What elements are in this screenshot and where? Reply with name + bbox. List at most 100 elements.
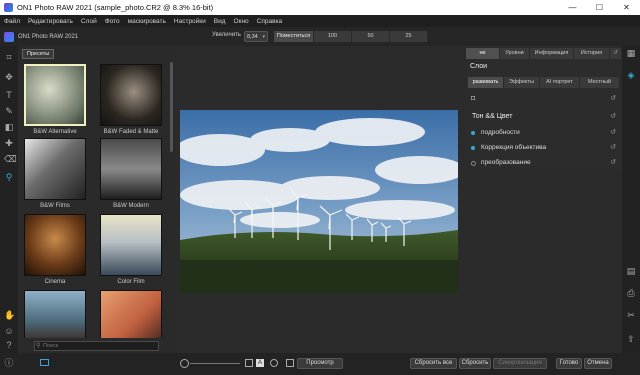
share-icon[interactable]: ✂	[626, 310, 636, 320]
menu-help[interactable]: Справка	[257, 18, 283, 25]
preset-search-input[interactable]	[34, 341, 159, 351]
presets-tab[interactable]: Пресеты	[22, 49, 55, 59]
adjustment-row-transform[interactable]: преобразование ↺	[466, 156, 622, 170]
preview-button[interactable]: Просмотр	[297, 358, 343, 369]
reset-icon[interactable]: ↺	[610, 126, 616, 140]
preset-thumb-color-film[interactable]	[100, 214, 162, 276]
zoom-tool-icon[interactable]: ⚲	[4, 172, 14, 182]
search-icon: ⚲	[36, 343, 41, 349]
text-overlay-icon[interactable]: A	[256, 359, 264, 367]
preset-thumb-bw-films[interactable]	[24, 138, 86, 200]
tab-develop[interactable]: развивать	[468, 77, 504, 88]
tab-history[interactable]: История	[574, 48, 610, 59]
tab-effects[interactable]: Эффекты	[504, 77, 540, 88]
sync-button[interactable]: Синхронизация	[493, 358, 547, 369]
preset-label: Color Film	[117, 279, 145, 285]
zoom-slider[interactable]	[190, 363, 240, 364]
tab-ai-portrait[interactable]: AI портрет	[540, 77, 580, 88]
window-title: ON1 Photo RAW 2021 (sample_photo.CR2 @ 8…	[17, 3, 214, 12]
presets-scrollbar[interactable]	[170, 62, 173, 152]
app-window: ON1 Photo RAW 2021 (sample_photo.CR2 @ 8…	[0, 0, 640, 375]
preset-search-bar: ⚲	[18, 338, 176, 353]
panel-tabs: не Уровни Информация История ↺	[466, 48, 622, 59]
reset-icon[interactable]: ↺	[610, 92, 616, 106]
preset-label: B&W Modern	[113, 203, 149, 209]
zoom-25-button[interactable]: 25	[390, 31, 428, 42]
adjustment-row-details[interactable]: подробности ↺	[466, 126, 622, 140]
menu-layer[interactable]: Слой	[81, 18, 97, 25]
tool-bar: ⌗ ✥ T ✎ ◧ ✚ ⌫ ⚲ ✋ ☺ ?	[0, 46, 18, 375]
preset-thumb-bw-modern[interactable]	[100, 138, 162, 200]
cancel-button[interactable]: Отмена	[584, 358, 612, 369]
reset-icon[interactable]: ↺	[610, 141, 616, 155]
reset-icon[interactable]: ↺	[610, 110, 616, 124]
crop-tool-icon[interactable]: ⌗	[4, 52, 14, 62]
zoom-100-button[interactable]: 100	[314, 31, 352, 42]
tab-info[interactable]: Информация	[530, 48, 574, 59]
menu-edit[interactable]: Редактировать	[28, 18, 73, 25]
preset-thumb-landscape[interactable]	[24, 290, 86, 342]
menu-view[interactable]: Вид	[214, 18, 226, 25]
preset-label: B&W Faded & Matte	[103, 129, 159, 135]
layers-icon[interactable]: ▤	[626, 266, 636, 276]
reset-icon[interactable]: ↺	[610, 156, 616, 170]
slider-thumb-icon[interactable]	[180, 359, 189, 368]
tone-color-label: Тон && Цвет	[472, 113, 513, 120]
hand-tool-icon[interactable]: ✋	[4, 310, 15, 320]
adjustment-label: Коррекция объектива	[481, 144, 547, 151]
done-button[interactable]: Готово	[556, 358, 582, 369]
menu-photo[interactable]: Фото	[105, 18, 120, 25]
preset-thumb-cinema[interactable]	[24, 214, 86, 276]
zoom-select[interactable]: 8,34	[244, 31, 268, 42]
zoom-label: Увеличить	[212, 32, 241, 38]
adjustment-row-lens[interactable]: Коррекция объектива ↺	[466, 141, 622, 155]
preset-thumb-bw-alternative[interactable]	[24, 64, 86, 126]
reset-all-button[interactable]: Сбросить все	[410, 358, 457, 369]
camera-icon[interactable]: ◘	[471, 92, 475, 106]
view-mode-icon[interactable]	[270, 359, 278, 367]
preset-label: Cinema	[44, 279, 66, 285]
gradient-tool-icon[interactable]: ◧	[4, 122, 14, 132]
develop-icon[interactable]: ◈	[626, 70, 636, 80]
move-tool-icon[interactable]: ✥	[4, 72, 14, 82]
active-dot-icon	[471, 146, 475, 150]
app-icon	[4, 3, 13, 12]
export-icon[interactable]: ⇪	[626, 334, 636, 344]
compare-icon[interactable]	[245, 359, 253, 367]
active-dot-icon	[471, 131, 475, 135]
title-bar: ON1 Photo RAW 2021 (sample_photo.CR2 @ 8…	[0, 0, 640, 15]
preset-label: B&W Alternative	[33, 129, 77, 135]
tab-navigator[interactable]: не	[466, 48, 500, 59]
eraser-tool-icon[interactable]: ⌫	[4, 154, 17, 164]
filmstrip-toggle-icon[interactable]	[40, 359, 49, 366]
menu-settings[interactable]: Настройки	[174, 18, 206, 25]
close-button[interactable]: ✕	[613, 0, 640, 15]
mask-view-icon[interactable]	[286, 359, 294, 367]
tone-color-header[interactable]: Тон && Цвет ↺	[466, 110, 622, 124]
print-icon[interactable]: ⎙	[626, 288, 636, 298]
user-icon[interactable]: ☺	[4, 326, 14, 336]
preset-thumb-bw-faded[interactable]	[100, 64, 162, 126]
menu-mask[interactable]: маскировать	[128, 18, 166, 25]
zoom-50-button[interactable]: 50	[352, 31, 390, 42]
brush-tool-icon[interactable]: ✎	[4, 106, 14, 116]
bottom-bar: ⓘ A Просмотр Сбросить все Сбросить Синхр…	[0, 353, 640, 375]
panel-reset-icon[interactable]: ↺	[610, 48, 622, 59]
right-panel: не Уровни Информация История ↺ Слои разв…	[466, 46, 622, 172]
text-tool-icon[interactable]: T	[4, 90, 14, 100]
browse-icon[interactable]: ▦	[626, 48, 636, 58]
menu-window[interactable]: Окно	[234, 18, 249, 25]
minimize-button[interactable]: —	[559, 0, 586, 15]
healing-tool-icon[interactable]: ✚	[4, 138, 14, 148]
info-icon[interactable]: ⓘ	[4, 358, 14, 368]
preset-thumb-portrait[interactable]	[100, 290, 162, 342]
presets-panel: Пресеты B&W Alternative B&W Faded & Matt…	[18, 46, 176, 353]
menu-file[interactable]: Файл	[4, 18, 20, 25]
reset-button[interactable]: Сбросить	[459, 358, 491, 369]
help-icon[interactable]: ?	[4, 340, 14, 350]
image-canvas[interactable]	[180, 110, 458, 293]
maximize-button[interactable]: ☐	[586, 0, 613, 15]
tab-local[interactable]: Местный	[580, 77, 620, 88]
zoom-fit-button[interactable]: Поместиться	[274, 31, 314, 42]
tab-levels[interactable]: Уровни	[500, 48, 530, 59]
